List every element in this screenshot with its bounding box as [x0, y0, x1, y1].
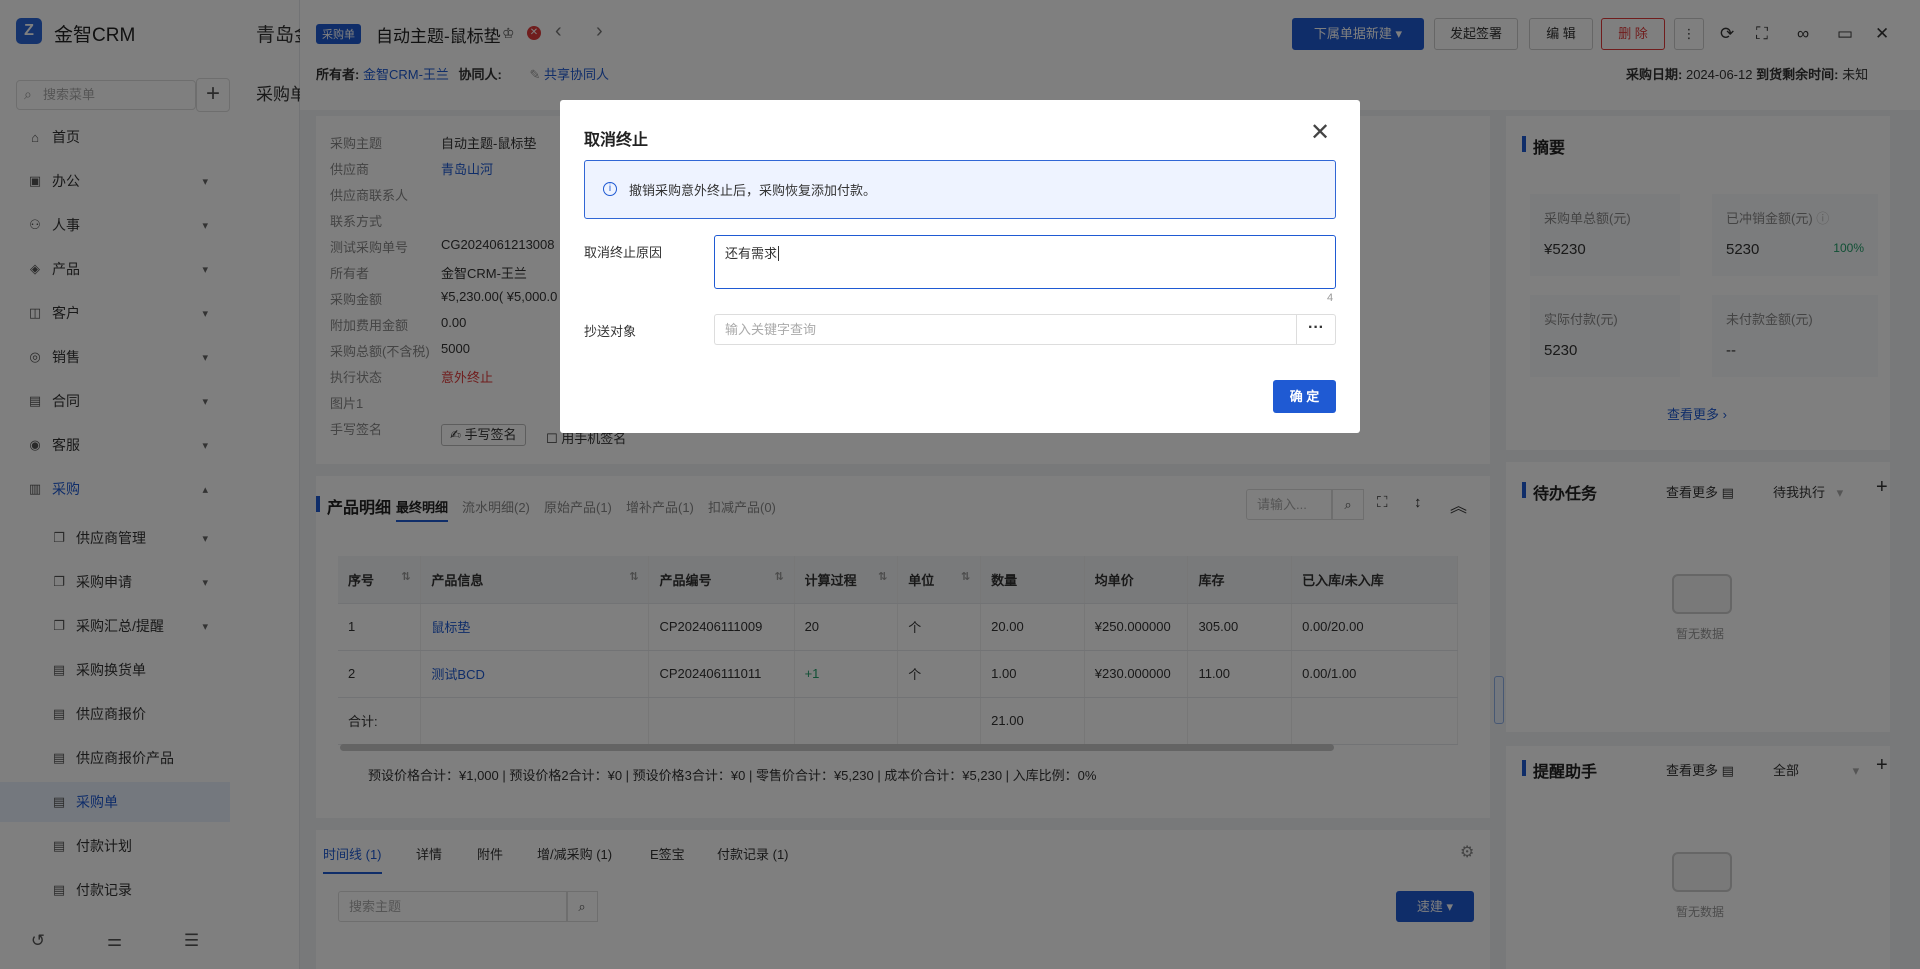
reason-label: 取消终止原因: [584, 245, 663, 260]
reason-textarea[interactable]: 还有需求: [714, 235, 1336, 289]
info-icon: i: [603, 182, 617, 196]
cancel-termination-dialog: 取消终止 ✕ i 撤销采购意外终止后，采购恢复添加付款。 取消终止原因 还有需求…: [560, 100, 1360, 433]
char-count: 4: [1327, 292, 1334, 304]
cc-search-input[interactable]: 输入关键字查询: [714, 314, 1296, 345]
dialog-title: 取消终止: [584, 132, 649, 149]
confirm-button[interactable]: 确 定: [1273, 380, 1336, 413]
cc-label: 抄送对象: [584, 324, 637, 339]
info-alert: i 撤销采购意外终止后，采购恢复添加付款。: [584, 160, 1336, 219]
text-cursor: [778, 246, 780, 261]
info-text: 撤销采购意外终止后，采购恢复添加付款。: [629, 183, 877, 198]
cc-more-button[interactable]: ···: [1296, 314, 1336, 345]
close-icon[interactable]: ✕: [1310, 118, 1330, 147]
